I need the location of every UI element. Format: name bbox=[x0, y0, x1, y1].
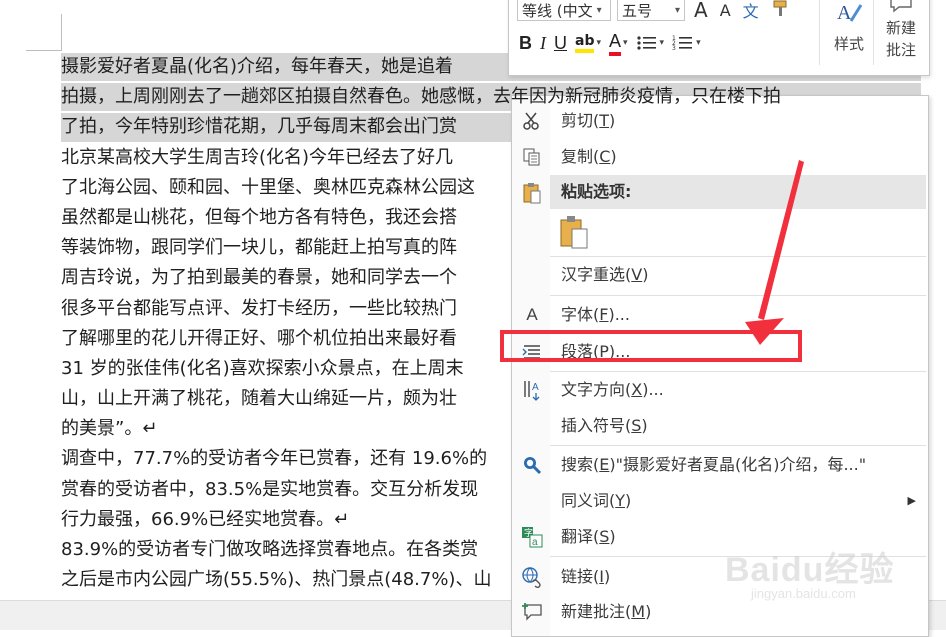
grow-font-button[interactable]: A bbox=[691, 0, 711, 22]
highlight-label: ab bbox=[575, 33, 595, 53]
styles-label: 样式 bbox=[833, 35, 864, 53]
paste-keep-icon bbox=[560, 216, 588, 249]
font-color-label: A bbox=[609, 31, 622, 56]
svg-text:a: a bbox=[532, 537, 538, 548]
font-color-button[interactable]: A ▾ bbox=[609, 31, 628, 56]
chevron-down-icon: ▾ bbox=[659, 38, 665, 48]
bold-button[interactable]: B bbox=[519, 33, 532, 54]
new-comment-label: 新建 批注 bbox=[885, 19, 916, 59]
menu-label: 翻译(S) bbox=[561, 527, 616, 546]
document-line-text: 赏春的受访者中，83.5%是实地赏春。交互分析发现 bbox=[61, 478, 479, 500]
font-size-combo[interactable]: 五号 ▾ bbox=[617, 0, 685, 21]
bullets-button[interactable]: ▾ bbox=[636, 34, 665, 52]
font-name-combo[interactable]: 等线 (中文 ▾ bbox=[517, 0, 611, 21]
menu-label: 文字方向(X)... bbox=[561, 380, 664, 399]
document-line-text: 了北海公园、颐和园、十里堡、奥林匹克森林公园这 bbox=[61, 176, 475, 198]
chevron-down-icon: ▾ bbox=[696, 38, 701, 48]
comment-icon bbox=[890, 0, 912, 13]
numbering-button[interactable]: 123 ▾ bbox=[672, 34, 701, 52]
menu-label: 同义词(Y) bbox=[561, 491, 632, 510]
document-line-text: 了拍，今年特别珍惜花期，几乎每周末都会出门赏 bbox=[61, 116, 457, 138]
menu-label: 链接(I) bbox=[561, 567, 611, 586]
submenu-arrow-icon: ▶ bbox=[907, 494, 916, 507]
styles-button[interactable]: A 样式 bbox=[827, 0, 871, 63]
format-painter-icon[interactable] bbox=[768, 0, 794, 22]
menu-label: 字体(F)... bbox=[561, 305, 630, 324]
translate-icon: 字a bbox=[520, 525, 544, 549]
mini-toolbar: 等线 (中文 ▾ 五号 ▾ A A 文 B I U ab ▾ A ▾ ▾ 123 ▾… bbox=[508, 0, 930, 76]
document-line-text: 周吉玲说，为了拍到最美的春景，她和同学去一个 bbox=[61, 267, 457, 289]
menu-item-insert-symbol[interactable]: 插入符号(S) bbox=[512, 408, 928, 444]
link-icon bbox=[520, 565, 544, 589]
toolbar-divider bbox=[819, 0, 820, 65]
document-line-text: 之后是市内公园广场(55.5%)、热门景点(48.7%)、山 bbox=[61, 569, 492, 591]
italic-button[interactable]: I bbox=[540, 33, 546, 54]
document-line-text: 了解哪里的花儿开得正好、哪个机位拍出来最好看 bbox=[61, 327, 457, 349]
document-line-text: 北京某高校大学生周吉玲(化名)今年已经去了好几 bbox=[61, 146, 454, 168]
svg-text:A: A bbox=[837, 2, 852, 24]
menu-item-font[interactable]: A 字体(F)... bbox=[512, 297, 928, 333]
font-icon: A bbox=[526, 305, 538, 324]
document-line-text: 很多平台都能写点评、发打卡经历，一些比较热门 bbox=[61, 297, 457, 319]
font-name-value: 等线 (中文 bbox=[522, 1, 593, 20]
bullets-icon bbox=[636, 36, 656, 50]
menu-label: 汉字重选(V) bbox=[561, 265, 649, 284]
menu-item-reconvert[interactable]: 汉字重选(V) bbox=[512, 257, 928, 293]
scissors-icon bbox=[520, 109, 544, 133]
chevron-down-icon: ▾ bbox=[596, 4, 602, 16]
shrink-font-button[interactable]: A bbox=[717, 1, 734, 20]
menu-separator bbox=[550, 295, 926, 296]
chevron-down-icon: ▾ bbox=[623, 38, 628, 48]
clipboard-icon bbox=[520, 181, 544, 205]
document-line-text: 的美景”。↵ bbox=[61, 418, 158, 440]
search-icon bbox=[520, 453, 544, 477]
menu-label: 复制(C) bbox=[561, 147, 617, 166]
document-line-text: 拍摄，上周刚刚去了一趟郊区拍摄自然春色。她感慨，去年因为新冠肺炎疫情，只在楼下拍 bbox=[61, 86, 781, 108]
font-size-value: 五号 bbox=[622, 1, 653, 20]
margin-marker bbox=[26, 50, 62, 51]
highlight-button[interactable]: ab ▾ bbox=[575, 33, 601, 53]
document-line-text: 调查中，77.7%的受访者今年已赏春，还有 19.6%的 bbox=[61, 448, 488, 470]
chevron-down-icon: ▾ bbox=[674, 4, 680, 16]
document-line-text: 摄影爱好者夏晶(化名)介绍，每年春天，她是追着 bbox=[61, 56, 454, 77]
menu-label: 新建批注(M) bbox=[561, 602, 652, 621]
new-comment-button[interactable]: 新建 批注 bbox=[877, 0, 925, 63]
copy-icon bbox=[520, 145, 544, 169]
paste-options-label-bar: 粘贴选项: bbox=[550, 175, 926, 209]
document-line-text: 虽然都是山桃花，但每个地方各有特色，我还会搭 bbox=[61, 206, 457, 228]
document-line-text: 31 岁的张佳伟(化名)喜欢探索小众景点，在上周末 bbox=[61, 357, 464, 379]
menu-item-text-direction[interactable]: A 文字方向(X)... bbox=[512, 372, 928, 408]
document-line-text: 等装饰物，跟同学们一块儿，都能赶上拍写真的阵 bbox=[61, 237, 457, 259]
menu-separator bbox=[550, 445, 926, 446]
menu-label: 搜索(E)"摄影爱好者夏晶(化名)介绍，每..." bbox=[561, 455, 867, 474]
numbering-icon: 123 bbox=[672, 35, 693, 52]
document-line-text: 山，山上开满了桃花，随着大山绵延一片，颇为壮 bbox=[61, 388, 457, 410]
menu-item-synonyms[interactable]: 同义词(Y) ▶ bbox=[512, 483, 928, 519]
styles-icon: A bbox=[837, 2, 863, 24]
svg-text:A: A bbox=[532, 382, 539, 393]
watermark-logo: Baidu经验 jingyan.baidu.com bbox=[725, 542, 905, 614]
menu-item-cut[interactable]: 剪切(T) bbox=[512, 103, 928, 139]
menu-label: 剪切(T) bbox=[561, 111, 616, 130]
phonetic-guide-button[interactable]: 文 bbox=[740, 0, 762, 22]
document-line-text: 83.9%的受访者专门做攻略选择赏春地点。在各类赏 bbox=[61, 539, 479, 560]
chevron-down-icon: ▾ bbox=[596, 38, 601, 48]
text-direction-icon: A bbox=[520, 378, 544, 402]
new-comment-icon bbox=[520, 600, 544, 624]
paste-options-label: 粘贴选项: bbox=[561, 182, 632, 201]
document-line-text: 行力最强，66.9%已经实地赏春。↵ bbox=[61, 508, 350, 530]
toolbar-divider bbox=[873, 0, 874, 65]
watermark-text: Baidu经验 bbox=[725, 551, 895, 589]
svg-text:3: 3 bbox=[672, 45, 676, 52]
menu-label: 插入符号(S) bbox=[561, 416, 648, 435]
menu-item-search[interactable]: 搜索(E)"摄影爱好者夏晶(化名)介绍，每..." bbox=[512, 447, 928, 483]
paste-keep-formatting-button[interactable] bbox=[559, 214, 591, 250]
margin-marker bbox=[61, 14, 62, 50]
underline-button[interactable]: U bbox=[554, 33, 567, 54]
menu-item-copy[interactable]: 复制(C) bbox=[512, 139, 928, 175]
watermark-subtext: jingyan.baidu.com bbox=[751, 586, 856, 601]
annotation-highlight-box bbox=[500, 330, 802, 362]
